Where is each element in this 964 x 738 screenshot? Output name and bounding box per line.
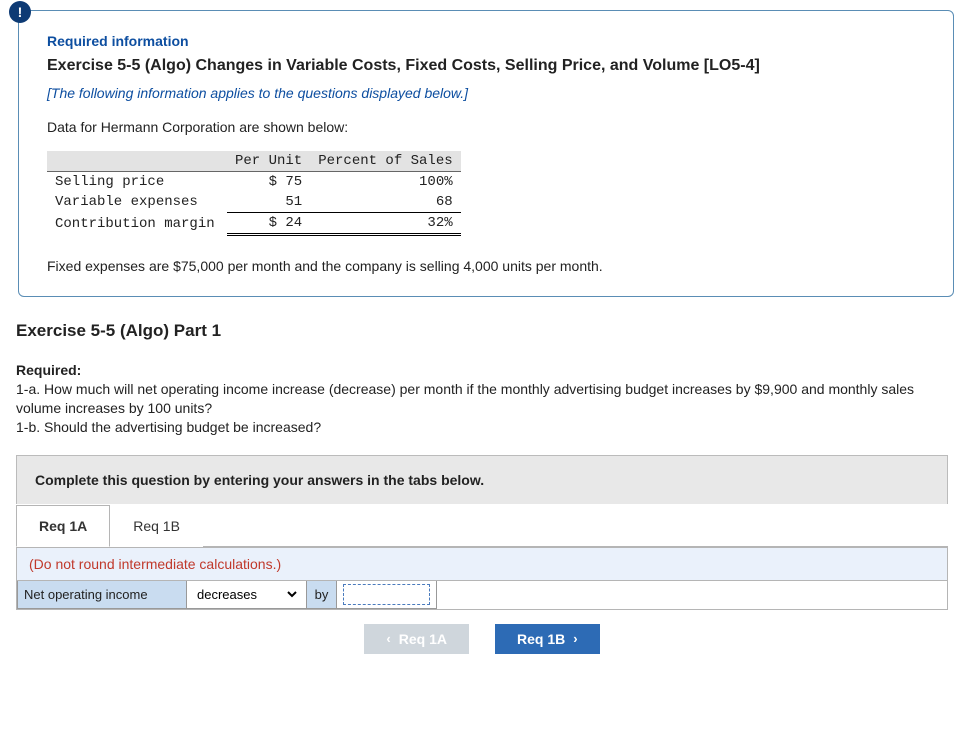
table-header: Percent of Sales [310,151,460,172]
question-1b: 1-b. Should the advertising budget be in… [16,419,321,435]
table-row: Selling price $ 75 100% [47,172,461,193]
required-block: Required: 1-a. How much will net operati… [16,361,948,437]
required-info-label: Required information [47,33,925,49]
row-label: Variable expenses [47,192,227,213]
direction-cell: decreases [187,581,307,609]
table-row: Contribution margin $ 24 32% [47,213,461,235]
row-perunit: $ 75 [227,172,310,193]
required-info-box: ! Required information Exercise 5-5 (Alg… [18,10,954,297]
tabs: Req 1A Req 1B [16,504,948,547]
applies-note: [The following information applies to th… [47,85,925,101]
tab-content: (Do not round intermediate calculations.… [16,547,948,610]
next-button[interactable]: Req 1B › [495,624,600,654]
row-perunit: 51 [227,192,310,213]
amount-cell [337,581,437,609]
row-pct: 100% [310,172,460,193]
tab-req-1b[interactable]: Req 1B [110,505,203,547]
row-pct: 68 [310,192,460,213]
prev-label: Req 1A [399,631,447,647]
hint-text: (Do not round intermediate calculations.… [17,547,947,581]
tab-req-1a[interactable]: Req 1A [16,505,110,547]
nav-buttons: ‹ Req 1A Req 1B › [16,610,948,654]
amount-input[interactable] [343,584,430,605]
data-table: Per Unit Percent of Sales Selling price … [47,151,461,236]
chevron-right-icon: › [573,631,577,646]
by-label: by [307,581,337,609]
row-perunit: $ 24 [227,213,310,235]
answer-area: Complete this question by entering your … [16,455,948,654]
next-label: Req 1B [517,631,565,647]
data-lead: Data for Hermann Corporation are shown b… [47,119,925,135]
table-header [47,151,227,172]
instruction-bar: Complete this question by entering your … [16,455,948,504]
answer-row: Net operating income decreases by [17,581,947,609]
row-pct: 32% [310,213,460,235]
fixed-expenses-text: Fixed expenses are $75,000 per month and… [47,258,925,274]
table-header: Per Unit [227,151,310,172]
prev-button[interactable]: ‹ Req 1A [364,624,469,654]
exercise-title: Exercise 5-5 (Algo) Changes in Variable … [47,57,925,75]
row-label: Selling price [47,172,227,193]
direction-select[interactable]: decreases [193,586,300,603]
table-row: Variable expenses 51 68 [47,192,461,213]
chevron-left-icon: ‹ [386,631,390,646]
question-1a: 1-a. How much will net operating income … [16,381,914,416]
alert-icon: ! [9,1,31,23]
noi-label: Net operating income [17,581,187,609]
part-title: Exercise 5-5 (Algo) Part 1 [16,321,954,341]
row-label: Contribution margin [47,213,227,235]
required-heading: Required: [16,362,81,378]
